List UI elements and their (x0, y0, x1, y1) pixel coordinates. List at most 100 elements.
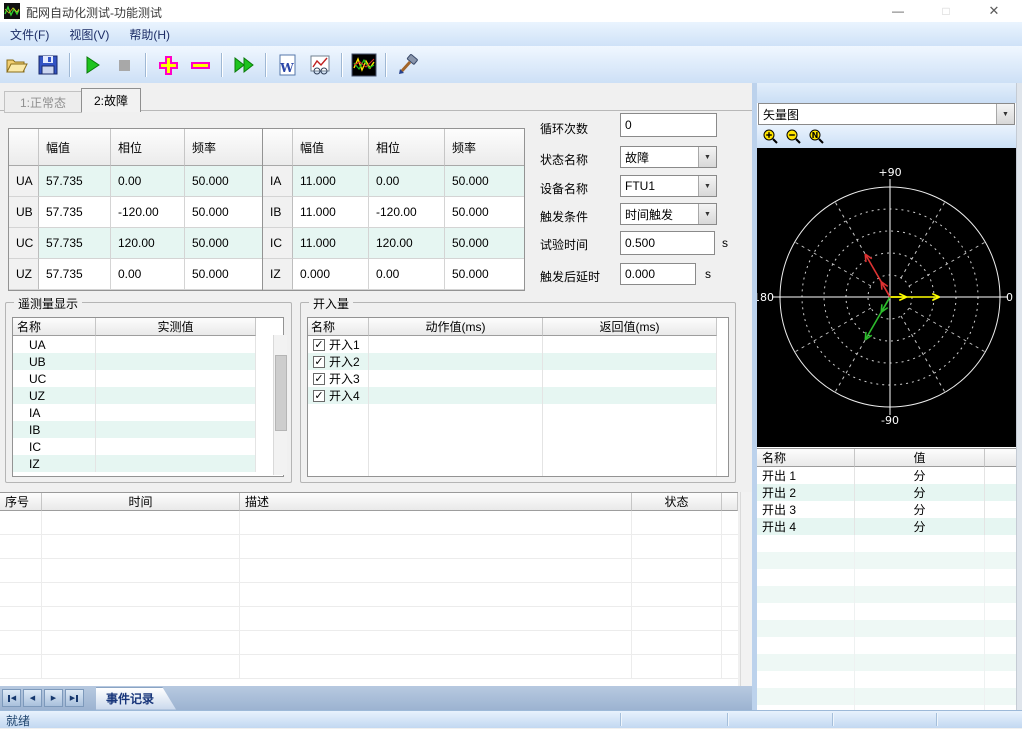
prev-page-button[interactable]: ◀ (23, 689, 42, 707)
checkbox[interactable] (313, 339, 325, 351)
empty-cell (757, 586, 855, 603)
grid-cell[interactable]: 0.00 (369, 166, 445, 197)
toolbar-separator (221, 53, 223, 77)
empty-row (308, 455, 728, 472)
column-header: 幅值 (39, 129, 111, 166)
menu-file[interactable]: 文件(F) (0, 23, 59, 46)
phasor-vector-IC (881, 282, 890, 297)
loop-count-input[interactable] (620, 113, 717, 137)
zoom-reset-icon[interactable]: N (808, 128, 825, 145)
trigger-condition-combo[interactable]: 时间触发 ▼ (620, 203, 717, 225)
grid-cell[interactable]: 0.00 (111, 166, 185, 197)
add-state-button[interactable] (153, 50, 183, 80)
app-icon (4, 3, 20, 19)
grid-cell[interactable]: 120.00 (111, 228, 185, 259)
empty-cell (42, 511, 240, 535)
grid-cell[interactable]: 50.000 (185, 166, 262, 197)
grid-cell[interactable]: 50.000 (185, 259, 262, 290)
empty-cell (543, 438, 717, 455)
grid-cell[interactable]: 57.735 (39, 228, 111, 259)
empty-row (0, 583, 738, 607)
empty-cell (855, 637, 985, 654)
save-button[interactable] (33, 50, 63, 80)
first-page-button[interactable]: ◀ (2, 689, 21, 707)
grid-cell[interactable]: 57.735 (39, 166, 111, 197)
empty-cell (543, 455, 717, 472)
grid-cell[interactable]: -120.00 (111, 197, 185, 228)
digital-input-group: 开入量 名称动作值(ms)返回值(ms)开入1开入2开入3开入4 (300, 302, 736, 483)
telemetry-scrollbar[interactable] (273, 335, 287, 475)
phasor-vector-IA (890, 294, 907, 301)
next-page-button[interactable]: ▶ (44, 689, 63, 707)
table-row: 开入4 (308, 387, 728, 404)
grid-cell[interactable]: 57.735 (39, 197, 111, 228)
digital-input-table: 名称动作值(ms)返回值(ms)开入1开入2开入3开入4 (307, 317, 729, 477)
grid-cell[interactable]: 50.000 (445, 197, 524, 228)
grid-cell[interactable]: 0.000 (293, 259, 369, 290)
chevron-down-icon[interactable]: ▼ (698, 176, 716, 196)
menu-view[interactable]: 视图(V) (59, 23, 119, 46)
telemetry-name: IA (13, 404, 96, 421)
grid-cell[interactable]: 0.00 (111, 259, 185, 290)
phasor-diagram: +901800-90 (757, 148, 1016, 447)
checkbox[interactable] (313, 373, 325, 385)
zoom-out-icon[interactable] (785, 128, 802, 145)
chevron-down-icon[interactable]: ▼ (698, 147, 716, 167)
zoom-in-icon[interactable] (762, 128, 779, 145)
start-button[interactable] (77, 50, 107, 80)
grid-cell[interactable]: 11.000 (293, 228, 369, 259)
header-row: 名称实测值 (13, 318, 283, 336)
empty-cell (985, 586, 1016, 603)
state-name-combo[interactable]: 故障 ▼ (620, 146, 717, 168)
grid-cell[interactable]: 120.00 (369, 228, 445, 259)
sheet-tab-event-log[interactable]: 事件记录 (96, 687, 176, 710)
empty-cell (0, 607, 42, 631)
close-button[interactable]: ✕ (974, 0, 1014, 22)
table-row: 开入2 (308, 353, 728, 370)
open-button[interactable] (1, 50, 31, 80)
window-right-edge (1016, 83, 1022, 710)
report-button[interactable] (305, 50, 335, 80)
table-row: IZ (13, 455, 283, 472)
fast-forward-button[interactable] (229, 50, 259, 80)
row-header: UB (9, 197, 39, 228)
grid-cell[interactable]: 11.000 (293, 197, 369, 228)
table-row: IB11.000-120.0050.000 (263, 197, 524, 228)
empty-cell (240, 583, 632, 607)
waveform-button[interactable] (349, 50, 379, 80)
device-name-combo[interactable]: FTU1 ▼ (620, 175, 717, 197)
grid-cell[interactable]: 11.000 (293, 166, 369, 197)
grid-cell[interactable]: 50.000 (445, 166, 524, 197)
row-header: UZ (9, 259, 39, 290)
maximize-button[interactable]: □ (926, 0, 966, 22)
checkbox[interactable] (313, 356, 325, 368)
digital-input-name: 开入1 (308, 336, 369, 353)
grid-cell[interactable]: -120.00 (369, 197, 445, 228)
chevron-down-icon[interactable]: ▼ (996, 104, 1014, 124)
view-selector-combo[interactable]: 矢量图 ▼ (758, 103, 1015, 125)
stop-button[interactable] (109, 50, 139, 80)
last-page-button[interactable]: ▶ (65, 689, 84, 707)
export-word-button[interactable]: W (273, 50, 303, 80)
chevron-down-icon[interactable]: ▼ (698, 204, 716, 224)
grid-cell[interactable]: 50.000 (445, 228, 524, 259)
grid-cell[interactable]: 50.000 (185, 197, 262, 228)
grid-cell[interactable]: 0.00 (369, 259, 445, 290)
minimize-button[interactable]: — (878, 0, 918, 22)
output-name: 开出 3 (757, 501, 855, 518)
tools-button[interactable] (393, 50, 423, 80)
scrollbar-thumb[interactable] (275, 355, 287, 431)
empty-cell (985, 637, 1016, 654)
remove-state-button[interactable] (185, 50, 215, 80)
column-header: 频率 (185, 129, 262, 166)
test-time-input[interactable] (620, 231, 715, 255)
tab-fault-state[interactable]: 2:故障 (81, 88, 141, 112)
post-trigger-delay-input[interactable] (620, 263, 696, 285)
grid-cell[interactable]: 50.000 (445, 259, 524, 290)
checkbox[interactable] (313, 390, 325, 402)
tab-normal-state[interactable]: 1:正常态 (4, 91, 82, 113)
grid-cell[interactable]: 57.735 (39, 259, 111, 290)
menu-help[interactable]: 帮助(H) (119, 23, 180, 46)
grid-cell[interactable]: 50.000 (185, 228, 262, 259)
empty-cell (757, 535, 855, 552)
